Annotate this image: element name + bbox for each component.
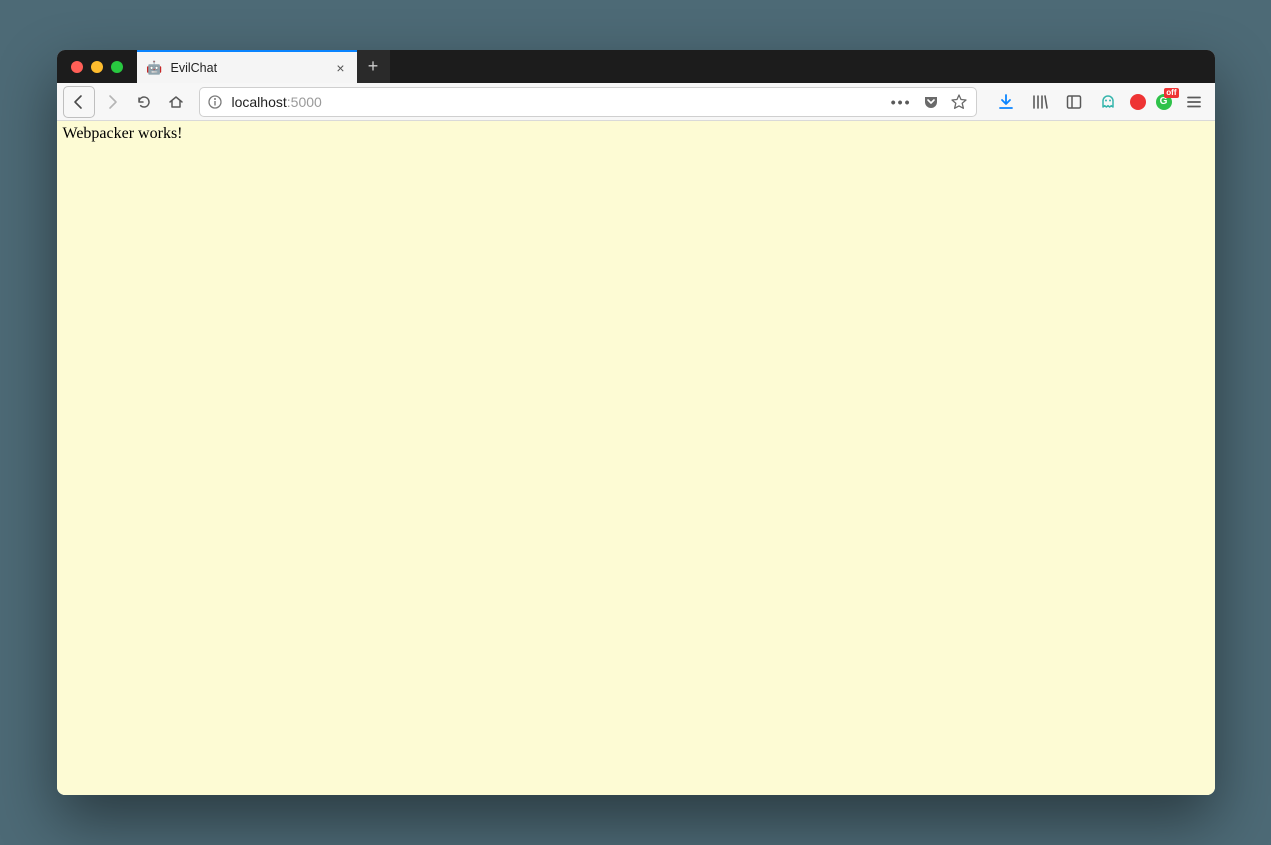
ghostery-icon[interactable] (1093, 87, 1123, 117)
opera-extension-icon[interactable] (1127, 91, 1149, 113)
browser-window: 🤖 EvilChat × + localhost:5000 (57, 50, 1215, 795)
content-text: Webpacker works! (63, 125, 183, 142)
address-bar-actions: ••• (891, 93, 968, 111)
library-button[interactable] (1025, 87, 1055, 117)
minimize-window-button[interactable] (91, 61, 103, 73)
bookmark-star-icon[interactable] (950, 93, 968, 111)
page-actions-button[interactable]: ••• (891, 94, 912, 110)
close-window-button[interactable] (71, 61, 83, 73)
grammarly-extension-icon[interactable]: G off (1153, 91, 1175, 113)
grammarly-off-badge: off (1164, 88, 1178, 98)
page-content: Webpacker works! (57, 121, 1215, 795)
home-button[interactable] (161, 87, 191, 117)
url-text: localhost:5000 (232, 94, 883, 110)
pocket-icon[interactable] (922, 93, 940, 111)
url-host: localhost (232, 94, 287, 110)
address-bar-container: localhost:5000 ••• (193, 87, 983, 117)
tab-evilchat[interactable]: 🤖 EvilChat × (137, 50, 357, 83)
toolbar-right: G off (985, 87, 1209, 117)
favicon-icon: 🤖 (147, 60, 163, 76)
tab-title: EvilChat (171, 61, 327, 75)
site-info-icon[interactable] (208, 95, 224, 109)
new-tab-button[interactable]: + (357, 50, 390, 83)
url-port: :5000 (287, 94, 322, 110)
sidebar-button[interactable] (1059, 87, 1089, 117)
window-controls (57, 50, 137, 83)
maximize-window-button[interactable] (111, 61, 123, 73)
close-tab-button[interactable]: × (334, 60, 346, 76)
downloads-button[interactable] (991, 87, 1021, 117)
back-button[interactable] (63, 86, 95, 118)
browser-toolbar: localhost:5000 ••• (57, 83, 1215, 121)
address-bar[interactable]: localhost:5000 ••• (199, 87, 977, 117)
reload-button[interactable] (129, 87, 159, 117)
forward-button[interactable] (97, 87, 127, 117)
hamburger-menu-button[interactable] (1179, 87, 1209, 117)
tab-strip: 🤖 EvilChat × + (57, 50, 1215, 83)
